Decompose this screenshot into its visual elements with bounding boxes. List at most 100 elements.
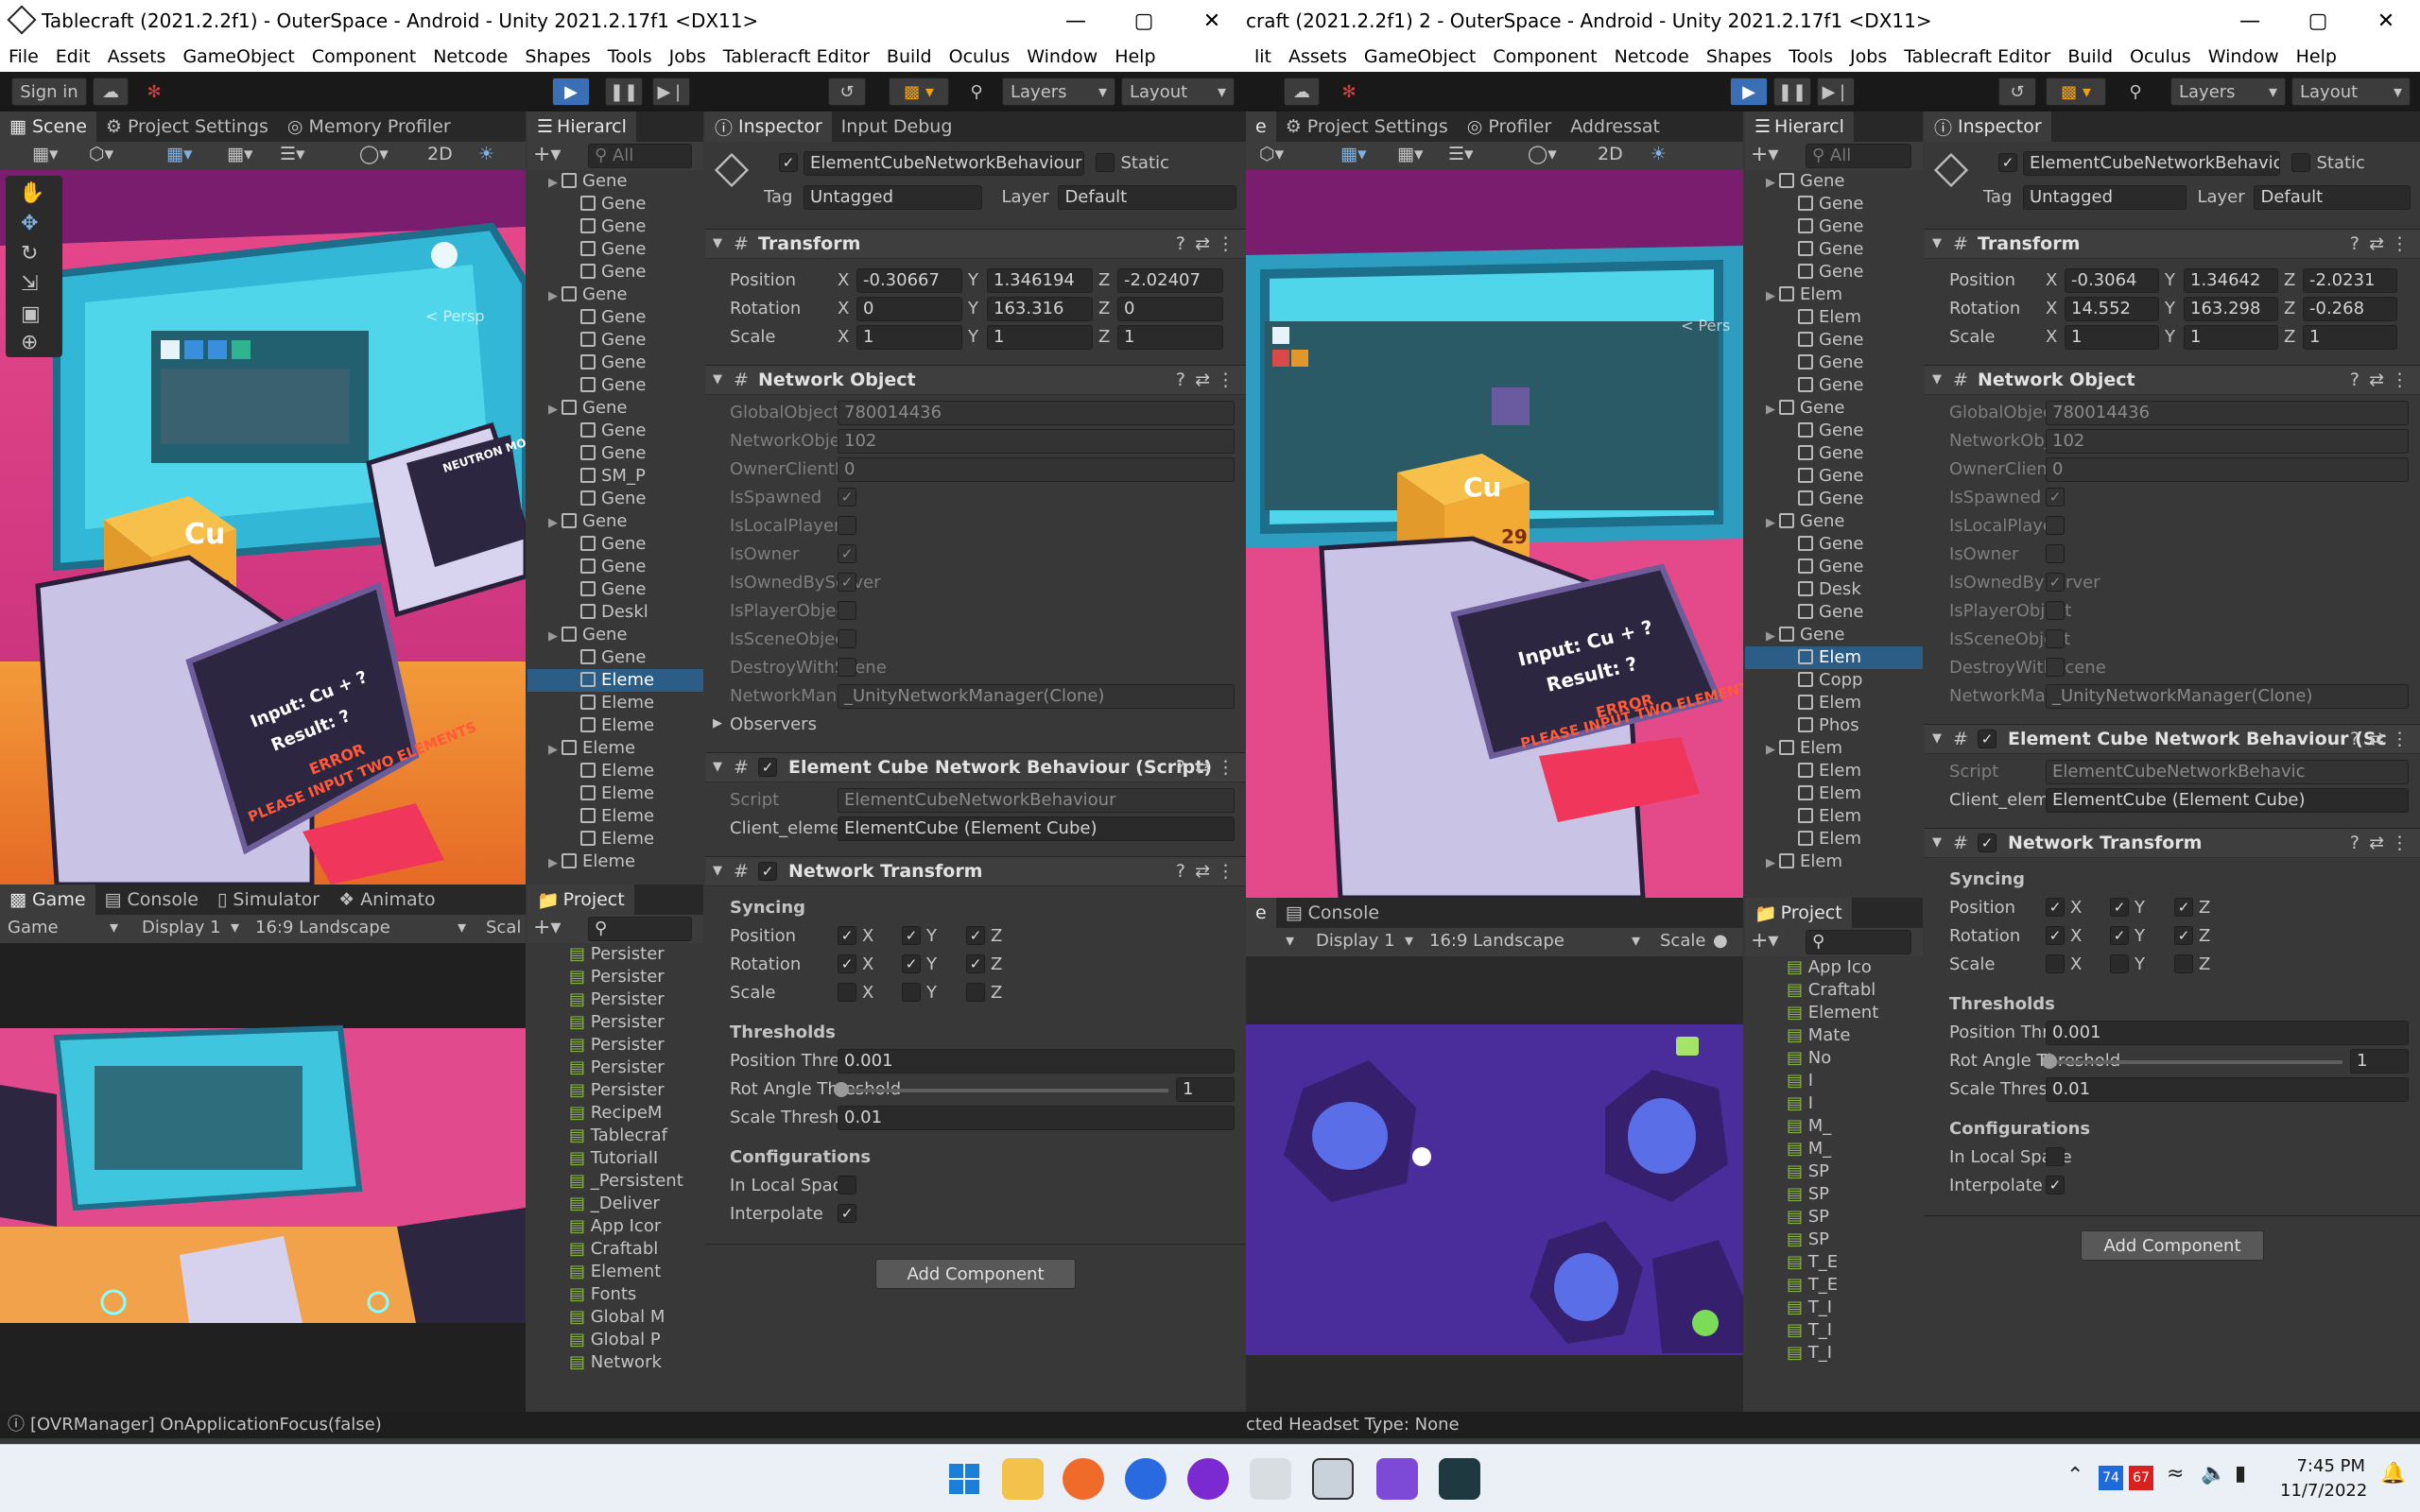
project-item[interactable]: ▤ M_: [1745, 1115, 1923, 1138]
history-icon[interactable]: ↺: [828, 77, 866, 106]
history-icon[interactable]: ↺: [1998, 77, 2036, 106]
more-options-icon[interactable]: ⋮: [2391, 233, 2409, 254]
name-field[interactable]: ElementCubeNetworkBehaviour(: [2023, 151, 2281, 176]
tab-inspector[interactable]: ⓘ Inspector: [705, 112, 832, 142]
hierarchy-item[interactable]: Gene: [1745, 238, 1923, 261]
hierarchy-item[interactable]: Gene: [1745, 442, 1923, 465]
unity-hub-icon[interactable]: [1250, 1458, 1291, 1500]
client-element-cube-field[interactable]: ElementCube (Element Cube): [2046, 788, 2409, 813]
network-object-header[interactable]: ▼ # Network Object? ⇄ ⋮: [1925, 365, 2420, 395]
project-item[interactable]: ▤ Craftabl: [1745, 979, 1923, 1002]
project-item[interactable]: ▤ Fonts: [527, 1283, 703, 1306]
hierarchy-item[interactable]: Elem: [1745, 760, 1923, 782]
add-icon[interactable]: +▾: [1751, 143, 1778, 166]
layout-dropdown[interactable]: Layout ▾: [1121, 77, 1235, 106]
hierarchy-item[interactable]: Elem: [1745, 805, 1923, 828]
tab-project[interactable]: 📁 Project: [1745, 898, 1852, 928]
oculus-toolbar-button[interactable]: ▩ ▾: [2046, 77, 2106, 106]
sync-rotation-z-checkbox[interactable]: ✓: [966, 954, 985, 973]
readonly-checkbox[interactable]: [2046, 516, 2065, 535]
hierarchy-item[interactable]: Gene: [1745, 601, 1923, 624]
help-icon[interactable]: ?: [1176, 233, 1185, 254]
sync-scale-z-checkbox[interactable]: [2174, 954, 2193, 973]
hierarchy-item[interactable]: ▶ Gene: [527, 397, 703, 420]
hierarchy-item[interactable]: ▶ Elem: [1745, 850, 1923, 873]
tab-profiler[interactable]: ◎ Profiler: [1458, 112, 1561, 142]
hierarchy-item[interactable]: ▶ Gene: [527, 624, 703, 646]
slider-knob[interactable]: [2042, 1054, 2057, 1069]
tab-animator[interactable]: ❖ Animato: [329, 885, 445, 915]
hand-tool-icon[interactable]: ✋: [19, 181, 44, 205]
clock-date[interactable]: 11/7/2022: [2280, 1481, 2367, 1501]
element-cube-header[interactable]: ▼ # ✓ Element Cube Network Behaviour (Sc? ⇄ ⋮: [1925, 724, 2420, 754]
lighting-icon[interactable]: ☀: [478, 144, 494, 164]
hierarchy-item[interactable]: Gene: [1745, 329, 1923, 352]
project-item[interactable]: ▤ _Deliver: [527, 1193, 703, 1215]
vr-app-icon[interactable]: [1187, 1458, 1229, 1500]
project-search-input[interactable]: ⚲: [1806, 930, 1911, 954]
tab-simulator[interactable]: ▯ Simulator: [208, 885, 329, 915]
transform-rotation-x-field[interactable]: 0: [856, 297, 962, 321]
hierarchy-item[interactable]: ▶ Gene: [1745, 397, 1923, 420]
clock-time[interactable]: 7:45 PM: [2280, 1456, 2365, 1476]
tab-game[interactable]: e: [1246, 898, 1276, 928]
cloud-icon[interactable]: ☁: [1284, 77, 1320, 106]
hierarchy-item[interactable]: Gene: [1745, 352, 1923, 374]
menu-item[interactable]: GameObject: [1364, 46, 1476, 67]
add-icon[interactable]: +▾: [533, 916, 561, 939]
close-button[interactable]: ✕: [2352, 0, 2420, 42]
hierarchy-item[interactable]: Gene: [1745, 215, 1923, 238]
readonly-checkbox[interactable]: [2046, 658, 2065, 677]
project-item[interactable]: ▤ T_I: [1745, 1319, 1923, 1342]
transform-scale-z-field[interactable]: 1: [2303, 325, 2397, 350]
hierarchy-item[interactable]: SM_P: [527, 465, 703, 488]
layer-dropdown[interactable]: Default: [2254, 185, 2411, 210]
menu-item[interactable]: Tablecraft Editor: [1904, 46, 2050, 67]
add-component-button[interactable]: Add Component: [2081, 1230, 2264, 1261]
foldout-arrow-icon[interactable]: ▼: [713, 864, 722, 878]
hierarchy-item[interactable]: Gene: [527, 488, 703, 510]
active-checkbox[interactable]: ✓: [1998, 153, 2017, 172]
project-item[interactable]: ▤ Craftabl: [527, 1238, 703, 1261]
hierarchy-item[interactable]: Gene: [1745, 488, 1923, 510]
hierarchy-item[interactable]: ▶ Gene: [527, 284, 703, 306]
tab-console[interactable]: ▤ Console: [1276, 898, 1389, 928]
tab-input-debug[interactable]: Input Debug: [832, 112, 962, 142]
project-search-input[interactable]: ⚲: [588, 917, 692, 941]
transform-position-y-field[interactable]: 1.346194: [987, 268, 1093, 293]
help-icon[interactable]: ?: [2350, 833, 2360, 853]
menu-item[interactable]: Oculus: [949, 46, 1011, 67]
expand-arrow-icon[interactable]: ▶: [1766, 852, 1779, 875]
hierarchy-item[interactable]: Gene: [1745, 556, 1923, 578]
project-item[interactable]: ▤ M_: [1745, 1138, 1923, 1160]
sync-scale-y-checkbox[interactable]: [2110, 954, 2129, 973]
menu-item[interactable]: Tools: [1789, 46, 1833, 67]
firefox-icon[interactable]: [1063, 1458, 1104, 1500]
sync-rotation-z-checkbox[interactable]: ✓: [2174, 926, 2193, 945]
unity-editor-icon[interactable]: [1312, 1458, 1354, 1500]
hierarchy-item[interactable]: Copp: [1745, 669, 1923, 692]
sync-position-z-checkbox[interactable]: ✓: [2174, 898, 2193, 917]
hierarchy-item[interactable]: Elem: [1745, 306, 1923, 329]
layout-dropdown[interactable]: Layout ▾: [2291, 77, 2411, 106]
menu-item[interactable]: Component: [1493, 46, 1597, 67]
scene-view[interactable]: Cu 29 Input: Cu + ? Result: ? ERROR PLEA…: [0, 170, 526, 885]
tab-memory-profiler[interactable]: ◎ Memory Profiler: [278, 112, 460, 142]
game-view[interactable]: [1246, 956, 1743, 1412]
preset-icon[interactable]: ⇄: [1195, 233, 1210, 254]
tab-scene[interactable]: e: [1246, 112, 1276, 142]
expand-arrow-icon[interactable]: ▶: [548, 512, 562, 535]
name-field[interactable]: ElementCubeNetworkBehaviour(Clon: [804, 151, 1085, 176]
hierarchy-item[interactable]: Gene: [527, 215, 703, 238]
hierarchy-item[interactable]: Eleme: [527, 805, 703, 828]
transform-scale-z-field[interactable]: 1: [1117, 325, 1223, 350]
project-item[interactable]: ▤ T_I: [1745, 1297, 1923, 1319]
hierarchy-item[interactable]: Elem: [1745, 646, 1923, 669]
tab-scene[interactable]: ▦ Scene: [0, 112, 96, 142]
menu-item[interactable]: Shapes: [1706, 46, 1772, 67]
menu-item[interactable]: Tools: [608, 46, 652, 67]
transform-scale-y-field[interactable]: 1: [987, 325, 1093, 350]
sync-rotation-x-checkbox[interactable]: ✓: [2046, 926, 2065, 945]
more-options-icon[interactable]: ⋮: [1217, 757, 1235, 778]
readonly-checkbox[interactable]: ✓: [2046, 573, 2065, 592]
